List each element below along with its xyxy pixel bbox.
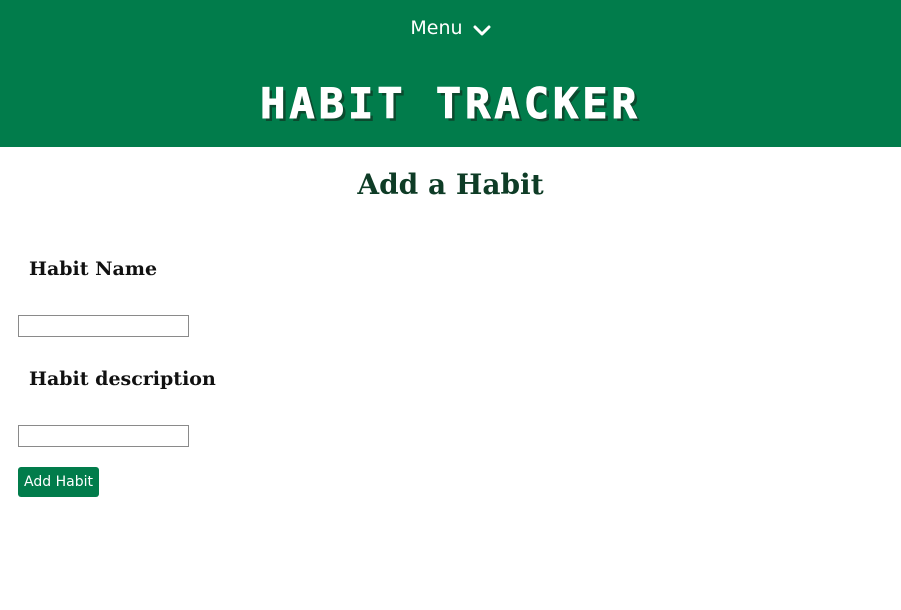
- site-header: Menu Habit Tracker: [0, 0, 901, 147]
- menu-toggle[interactable]: Menu: [0, 12, 901, 44]
- add-habit-button[interactable]: Add Habit: [18, 467, 99, 497]
- site-title: Habit Tracker: [260, 79, 641, 128]
- habit-name-label: Habit Name: [29, 258, 158, 280]
- habit-name-input[interactable]: [18, 315, 189, 337]
- page-title: Add a Habit: [357, 168, 544, 201]
- habit-description-input[interactable]: [18, 425, 189, 447]
- chevron-down-icon: [473, 21, 491, 36]
- menu-label: Menu: [410, 17, 463, 39]
- habit-description-label: Habit description: [29, 368, 216, 390]
